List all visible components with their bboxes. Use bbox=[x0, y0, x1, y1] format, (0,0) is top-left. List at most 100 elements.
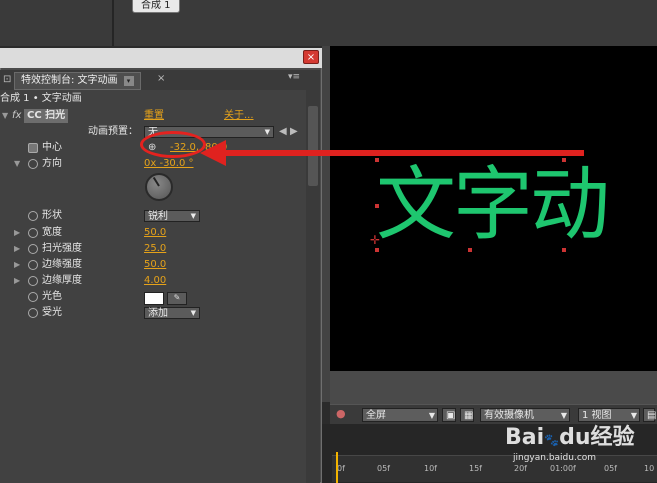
edge-thickness-value[interactable]: 4.00 bbox=[144, 273, 166, 289]
viewer-text-layer[interactable]: 文字动 bbox=[376, 157, 610, 253]
zoom-dropdown[interactable]: 全屏 ▼ bbox=[362, 408, 438, 422]
tab-effect-controls[interactable]: 特效控制台: 文字动画 ▾ bbox=[14, 72, 141, 90]
watermark: Bai🐾du经验 jingyan.baidu.com bbox=[505, 425, 635, 464]
tick-label: 10 bbox=[644, 464, 655, 473]
expand-triangle-icon[interactable]: ▶ bbox=[14, 257, 20, 273]
view-layout-value: 1 视图 bbox=[582, 410, 612, 421]
property-row-edge-thickness: ▶ 边缘厚度 4.00 bbox=[0, 273, 306, 289]
reset-link[interactable]: 重置 bbox=[144, 108, 164, 124]
expand-triangle-icon[interactable]: ▶ bbox=[14, 273, 20, 289]
composition-tab[interactable]: 合成 1 bbox=[132, 0, 180, 13]
annotation-arrow bbox=[218, 150, 584, 156]
zoom-value: 全屏 bbox=[366, 410, 386, 421]
watermark-brand-suffix: du bbox=[559, 425, 591, 450]
property-label: 方向 bbox=[42, 158, 62, 169]
tab-close-icon[interactable]: × bbox=[157, 73, 165, 84]
layer-handle[interactable] bbox=[375, 158, 379, 162]
playhead[interactable] bbox=[336, 452, 338, 483]
view-layout-dropdown[interactable]: 1 视图 ▼ bbox=[578, 408, 640, 422]
lock-icon[interactable]: ⊡ bbox=[3, 74, 11, 85]
camera-dropdown[interactable]: 有效摄像机 ▼ bbox=[480, 408, 570, 422]
stopwatch-icon[interactable] bbox=[28, 228, 38, 238]
preset-label: 动画预置： bbox=[88, 126, 138, 137]
property-label: 形状 bbox=[42, 210, 62, 221]
property-row-light-reception: 受光 添加 ▼ bbox=[0, 305, 306, 321]
close-button[interactable]: × bbox=[303, 50, 319, 64]
property-row-width: ▶ 宽度 50.0 bbox=[0, 225, 306, 241]
stopwatch-icon[interactable] bbox=[28, 159, 38, 169]
tick-label: 0f bbox=[337, 464, 345, 473]
transparency-grid-icon[interactable]: ▦ bbox=[460, 408, 474, 422]
tick-label: 05f bbox=[604, 464, 617, 473]
light-reception-dropdown[interactable]: 添加 ▼ bbox=[144, 307, 200, 319]
about-link[interactable]: 关于... bbox=[224, 108, 254, 124]
panel-title-bar[interactable] bbox=[0, 48, 322, 68]
property-label: 光色 bbox=[42, 291, 62, 302]
effect-name[interactable]: CC 扫光 bbox=[24, 109, 69, 123]
viewer-toolbar: ● 全屏 ▼ ▣ ▦ 有效摄像机 ▼ 1 视图 ▼ ▤ bbox=[330, 404, 657, 425]
breadcrumb: 合成 1 • 文字动画 bbox=[0, 91, 306, 107]
expand-triangle-icon[interactable]: ▶ bbox=[14, 225, 20, 241]
property-row-sweep-intensity: ▶ 扫光强度 25.0 bbox=[0, 241, 306, 257]
anchor-point-icon[interactable]: ✛ bbox=[370, 233, 380, 247]
sweep-intensity-value[interactable]: 25.0 bbox=[144, 241, 166, 257]
panel-menu-icon[interactable]: ▾≡ bbox=[288, 72, 300, 82]
prev-preset-icon[interactable]: ◀ bbox=[279, 124, 287, 140]
property-row-direction: ▼ 方向 0x -30.0 ° bbox=[0, 156, 306, 172]
region-icon[interactable]: ▣ bbox=[442, 408, 456, 422]
toggle-icon[interactable]: ▤ bbox=[643, 408, 656, 422]
breadcrumb-text: 合成 1 • 文字动画 bbox=[0, 93, 82, 104]
watermark-brand2: 经验 bbox=[590, 425, 635, 450]
shape-dropdown[interactable]: 锐利 ▼ bbox=[144, 210, 200, 222]
watermark-brand: Bai bbox=[505, 425, 545, 450]
layer-handle[interactable] bbox=[375, 248, 379, 252]
edge-intensity-value[interactable]: 50.0 bbox=[144, 257, 166, 273]
stopwatch-icon[interactable] bbox=[28, 276, 38, 286]
light-color-swatch[interactable] bbox=[144, 292, 164, 305]
property-label: 边缘强度 bbox=[42, 259, 82, 270]
stopwatch-icon[interactable] bbox=[28, 211, 38, 221]
shape-value: 锐利 bbox=[148, 211, 168, 222]
direction-value[interactable]: 0x -30.0 ° bbox=[144, 156, 194, 172]
tick-label: 05f bbox=[377, 464, 390, 473]
watermark-url: jingyan.baidu.com bbox=[513, 453, 597, 463]
tick-label: 15f bbox=[469, 464, 482, 473]
paw-icon: 🐾 bbox=[544, 433, 560, 447]
expand-triangle-icon[interactable]: ▼ bbox=[14, 156, 20, 172]
layer-handle[interactable] bbox=[562, 248, 566, 252]
layer-handle[interactable] bbox=[468, 248, 472, 252]
next-preset-icon[interactable]: ▶ bbox=[290, 124, 298, 140]
expand-triangle-icon[interactable]: ▶ bbox=[14, 241, 20, 257]
property-label: 中心 bbox=[42, 142, 62, 153]
stopwatch-icon[interactable] bbox=[28, 260, 38, 270]
tab-dropdown-icon[interactable]: ▾ bbox=[123, 76, 134, 86]
annotation-circle bbox=[140, 131, 206, 158]
tick-label: 20f bbox=[514, 464, 527, 473]
light-reception-value: 添加 bbox=[148, 308, 168, 319]
scrollbar-thumb[interactable] bbox=[308, 106, 318, 186]
tick-label: 10f bbox=[424, 464, 437, 473]
camera-value: 有效摄像机 bbox=[484, 410, 534, 421]
tick-label: 01:00f bbox=[550, 464, 576, 473]
fx-toggle-icon[interactable]: fx bbox=[12, 108, 21, 124]
property-label: 边缘厚度 bbox=[42, 275, 82, 286]
stopwatch-icon[interactable] bbox=[28, 292, 38, 302]
top-panel bbox=[0, 0, 657, 46]
stopwatch-icon[interactable] bbox=[28, 143, 38, 153]
collapse-triangle-icon[interactable]: ▼ bbox=[2, 108, 8, 124]
color-channels-icon[interactable]: ● bbox=[336, 407, 346, 420]
stopwatch-icon[interactable] bbox=[28, 244, 38, 254]
property-row-edge-intensity: ▶ 边缘强度 50.0 bbox=[0, 257, 306, 273]
angle-dial[interactable] bbox=[145, 173, 173, 201]
eyedropper-icon[interactable]: ✎ bbox=[167, 292, 187, 305]
property-label: 宽度 bbox=[42, 227, 62, 238]
effect-header-row: ▼ fx CC 扫光 重置 关于... bbox=[0, 108, 306, 124]
stopwatch-icon[interactable] bbox=[28, 308, 38, 318]
layer-handle[interactable] bbox=[375, 204, 379, 208]
property-label: 扫光强度 bbox=[42, 243, 82, 254]
property-row-shape: 形状 锐利 ▼ bbox=[0, 208, 306, 224]
width-value[interactable]: 50.0 bbox=[144, 225, 166, 241]
viewer-pasteboard bbox=[330, 371, 657, 404]
annotation-arrow-head bbox=[200, 140, 226, 166]
layer-handle[interactable] bbox=[562, 158, 566, 162]
